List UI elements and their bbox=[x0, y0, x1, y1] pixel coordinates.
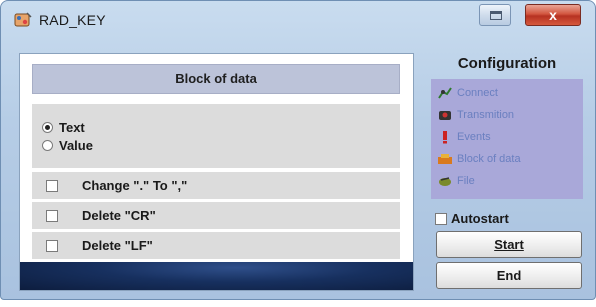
change-decimal-option[interactable]: Change "." To "," bbox=[32, 172, 400, 199]
menu-item-connect[interactable]: Connect bbox=[437, 84, 498, 102]
autostart-checkbox[interactable] bbox=[435, 212, 447, 225]
delete-lf-checkbox[interactable] bbox=[46, 239, 58, 252]
menu-item-transmission[interactable]: Transmition bbox=[437, 106, 514, 124]
start-button[interactable]: Start bbox=[436, 231, 582, 258]
block-of-data-panel: Block of data Text Value Change "." To "… bbox=[19, 53, 414, 291]
autostart-option[interactable]: Autostart bbox=[435, 211, 509, 226]
window-title: RAD_KEY bbox=[39, 12, 106, 28]
format-radio-group: Text Value bbox=[32, 104, 400, 168]
menu-label-connect: Connect bbox=[457, 87, 498, 99]
radio-value[interactable]: Value bbox=[42, 137, 93, 153]
app-icon bbox=[14, 12, 32, 27]
delete-cr-checkbox[interactable] bbox=[46, 209, 58, 222]
radio-button-value[interactable] bbox=[42, 139, 53, 151]
menu-label-events: Events bbox=[457, 131, 491, 143]
menu-item-block-of-data[interactable]: Block of data bbox=[437, 150, 521, 168]
file-icon bbox=[439, 177, 451, 186]
events-icon bbox=[443, 131, 447, 144]
end-button-label: End bbox=[496, 268, 522, 283]
close-button[interactable]: x bbox=[525, 4, 581, 26]
panel-header: Block of data bbox=[32, 64, 400, 94]
delete-lf-label: Delete "LF" bbox=[82, 238, 153, 253]
minimize-button[interactable] bbox=[479, 4, 511, 26]
radio-button-text[interactable] bbox=[42, 121, 53, 133]
end-button[interactable]: End bbox=[436, 262, 582, 289]
radio-text[interactable]: Text bbox=[42, 119, 85, 135]
menu-item-file[interactable]: File bbox=[437, 172, 475, 190]
menu-item-events[interactable]: Events bbox=[437, 128, 491, 146]
configuration-panel: Configuration Connect Transmition Events… bbox=[427, 49, 587, 294]
radio-label-text: Text bbox=[59, 119, 85, 135]
app-window: RAD_KEY x Block of data Text Value Chang… bbox=[0, 0, 596, 300]
configuration-menu: Connect Transmition Events Block of data… bbox=[431, 79, 583, 199]
autostart-label: Autostart bbox=[451, 211, 509, 226]
title-bar[interactable]: RAD_KEY x bbox=[1, 1, 595, 41]
radio-label-value: Value bbox=[59, 137, 93, 153]
change-decimal-checkbox[interactable] bbox=[46, 179, 58, 192]
configuration-title: Configuration bbox=[457, 55, 557, 72]
delete-cr-label: Delete "CR" bbox=[82, 208, 156, 223]
transmission-icon bbox=[439, 111, 451, 120]
menu-label-file: File bbox=[457, 175, 475, 187]
menu-label-transmission: Transmition bbox=[457, 109, 515, 121]
start-button-label: Start bbox=[494, 237, 524, 252]
delete-cr-option[interactable]: Delete "CR" bbox=[32, 202, 400, 229]
decorative-band bbox=[20, 262, 413, 290]
connect-icon bbox=[438, 87, 452, 99]
menu-label-block-of-data: Block of data bbox=[457, 153, 521, 165]
delete-lf-option[interactable]: Delete "LF" bbox=[32, 232, 400, 259]
minimize-icon bbox=[490, 11, 502, 20]
change-decimal-label: Change "." To "," bbox=[82, 178, 188, 193]
block-of-data-icon bbox=[438, 154, 452, 164]
